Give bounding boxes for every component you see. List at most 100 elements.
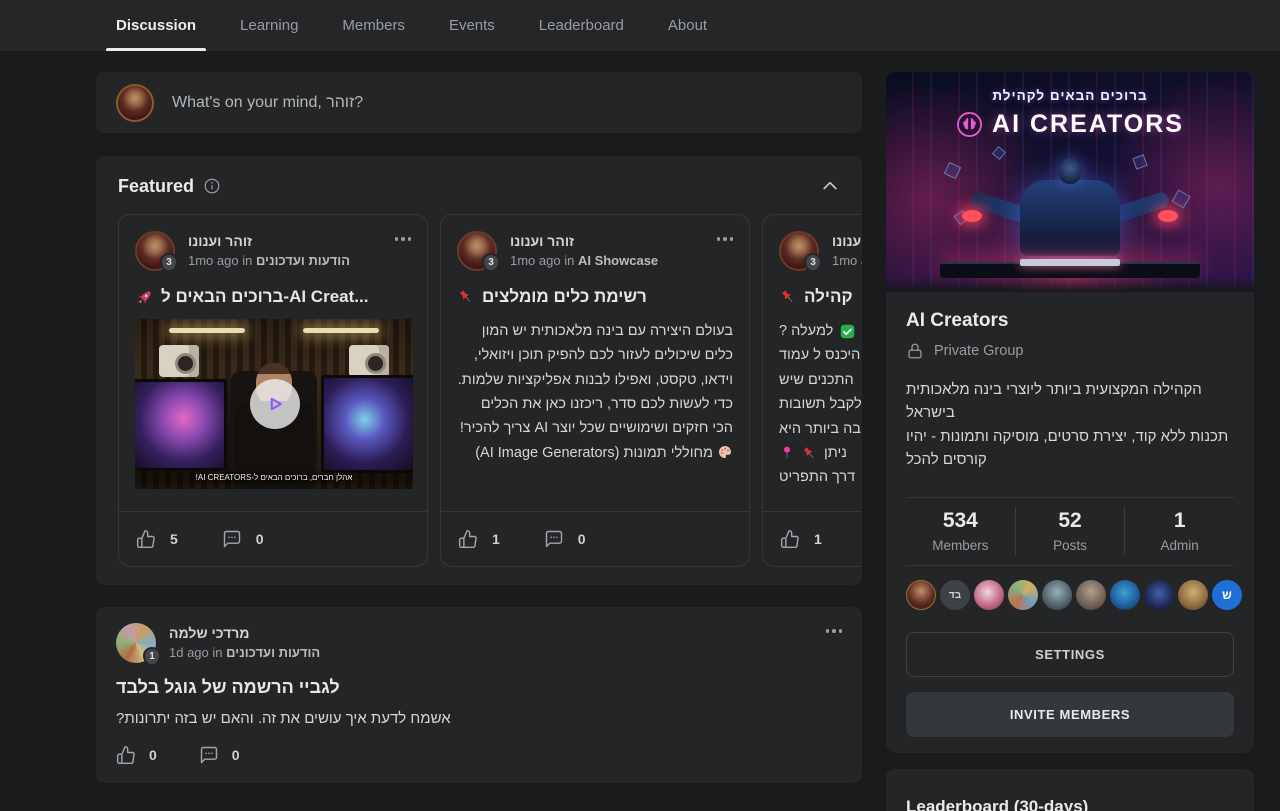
- group-stats: 534 Members 52 Posts 1 Admin: [906, 498, 1234, 565]
- collapse-chevron-icon[interactable]: [820, 176, 840, 196]
- post-menu-icon[interactable]: [826, 623, 843, 663]
- tab-about[interactable]: About: [658, 0, 717, 51]
- author-name[interactable]: זוהר וענונו: [188, 233, 350, 249]
- comment-count: 0: [256, 531, 264, 547]
- current-user-avatar[interactable]: [116, 84, 154, 122]
- check-mark-emoji: [839, 323, 856, 340]
- post-header: 3 זוהר וענונו 1mo ago in הודעות ועדכונים: [135, 231, 411, 271]
- tab-label: About: [668, 17, 707, 34]
- stat-members: 534 Members: [906, 507, 1015, 555]
- thumbs-up-icon: [458, 529, 478, 549]
- info-icon[interactable]: [203, 177, 221, 195]
- member-avatar[interactable]: בד: [940, 580, 970, 610]
- member-avatar[interactable]: [1144, 580, 1174, 610]
- author-name[interactable]: זוהר וענונו: [510, 233, 658, 249]
- like-count: 1: [492, 531, 500, 547]
- video-thumbnail[interactable]: אהלן חברים, ברוכים הבאים ל-AI CREATORS!: [135, 319, 413, 489]
- timestamp: 1mo ago in: [510, 253, 574, 268]
- author-avatar[interactable]: 3: [457, 231, 497, 271]
- divider: [906, 565, 1234, 566]
- member-avatar[interactable]: [1076, 580, 1106, 610]
- featured-post-card-1[interactable]: 3 זוהר וענונו 1mo ago in הודעות ועדכונים…: [118, 214, 428, 567]
- comment-button[interactable]: 0: [222, 529, 264, 549]
- tab-events[interactable]: Events: [439, 0, 505, 51]
- tab-label: Learning: [240, 17, 298, 34]
- space-link[interactable]: הודעות ועדכונים: [256, 253, 350, 268]
- settings-button[interactable]: SETTINGS: [906, 632, 1234, 677]
- featured-post-card-2[interactable]: 3 זוהר וענונו 1mo ago in AI Showcase רשי…: [440, 214, 750, 567]
- member-avatar[interactable]: ש: [1212, 580, 1242, 610]
- post-meta: 1mo ago in: [832, 253, 862, 268]
- monitor: [135, 379, 227, 471]
- thumbs-up-icon: [780, 529, 800, 549]
- post-menu-icon[interactable]: [395, 231, 412, 271]
- like-button[interactable]: 0: [116, 745, 157, 765]
- post-title: רשימת כלים מומלצים: [457, 287, 733, 307]
- comment-icon: [222, 529, 242, 549]
- comment-count: 0: [578, 531, 586, 547]
- like-button[interactable]: 5: [136, 529, 178, 549]
- play-button[interactable]: [250, 379, 300, 429]
- rocket-emoji: [135, 288, 154, 307]
- group-name: AI Creators: [906, 310, 1234, 332]
- thumbs-up-icon: [116, 745, 136, 765]
- engagement-bar: 5 0: [119, 511, 427, 566]
- author-avatar[interactable]: 1: [116, 623, 156, 663]
- engagement-bar: 0 0: [116, 745, 842, 769]
- author-name[interactable]: זוהר וענונו: [832, 233, 862, 249]
- featured-cards-row: 3 זוהר וענונו 1mo ago in הודעות ועדכונים…: [96, 214, 862, 567]
- figure-head: [1059, 158, 1081, 184]
- member-avatar[interactable]: [1178, 580, 1208, 610]
- comment-icon: [544, 529, 564, 549]
- tab-members[interactable]: Members: [332, 0, 415, 51]
- invite-members-button[interactable]: INVITE MEMBERS: [906, 692, 1234, 737]
- post-card[interactable]: 1 מרדכי שלמה 1d ago in הודעות ועדכונים ל…: [96, 607, 862, 783]
- member-avatar[interactable]: [1008, 580, 1038, 610]
- space-link[interactable]: AI Showcase: [578, 253, 658, 268]
- pushpin-emoji: [779, 288, 797, 306]
- author-avatar[interactable]: 3: [135, 231, 175, 271]
- group-banner-image: ברוכים הבאים לקהילת AI CREATORS: [886, 72, 1254, 292]
- post-header: 3 זוהר וענונו 1mo ago in: [779, 231, 862, 271]
- post-title[interactable]: לגביי הרשמה של גוגל בלבד: [116, 677, 842, 698]
- tab-leaderboard[interactable]: Leaderboard: [529, 0, 634, 51]
- engagement-bar: 1 0: [441, 511, 749, 566]
- member-avatar[interactable]: [1042, 580, 1072, 610]
- leaderboard-title: Leaderboard (30-days): [906, 797, 1234, 811]
- author-name[interactable]: מרדכי שלמה: [169, 625, 320, 641]
- post-menu-icon[interactable]: [717, 231, 734, 271]
- space-link[interactable]: הודעות ועדכונים: [226, 645, 320, 660]
- post-meta: 1mo ago in AI Showcase: [510, 253, 658, 268]
- author-avatar[interactable]: 3: [779, 231, 819, 271]
- member-avatar[interactable]: [1110, 580, 1140, 610]
- palette-emoji: [717, 444, 733, 460]
- level-badge: 3: [160, 253, 178, 272]
- like-button[interactable]: 1: [458, 529, 500, 549]
- video-caption: אהלן חברים, ברוכים הבאים ל-AI CREATORS!: [135, 471, 413, 485]
- tab-label: Members: [342, 17, 405, 34]
- member-avatar[interactable]: [974, 580, 1004, 610]
- banner-brand-text: AI CREATORS: [992, 110, 1184, 139]
- featured-post-card-3[interactable]: 3 זוהר וענונו 1mo ago in קהילה ? למעלה ה…: [762, 214, 862, 567]
- post-body: בעולם היצירה עם בינה מלאכותית יש המון כל…: [457, 319, 733, 493]
- banner-welcome-text: ברוכים הבאים לקהילת: [886, 88, 1254, 103]
- stat-label: Admin: [1125, 538, 1234, 553]
- post-composer[interactable]: What's on your mind, זוהר?: [96, 72, 862, 133]
- tab-learning[interactable]: Learning: [230, 0, 308, 51]
- stat-posts: 52 Posts: [1015, 507, 1125, 555]
- pushpin-emoji: [801, 445, 818, 462]
- timestamp: 1d ago in: [169, 645, 223, 660]
- level-badge: 3: [804, 253, 822, 272]
- member-avatars-row: בד ש: [906, 580, 1234, 610]
- featured-section: Featured 3 זוהר וענונו 1mo ago in הודעות…: [96, 156, 862, 585]
- post-header: 1 מרדכי שלמה 1d ago in הודעות ועדכונים: [116, 623, 842, 663]
- comment-button[interactable]: 0: [199, 745, 240, 765]
- round-pin-emoji: [779, 445, 795, 461]
- comment-button[interactable]: 0: [544, 529, 586, 549]
- tab-discussion[interactable]: Discussion: [106, 0, 206, 51]
- featured-title: Featured: [118, 176, 194, 197]
- member-avatar[interactable]: [906, 580, 936, 610]
- like-button[interactable]: 1: [780, 529, 822, 549]
- post-title: קהילה: [779, 287, 862, 307]
- comment-icon: [199, 745, 219, 765]
